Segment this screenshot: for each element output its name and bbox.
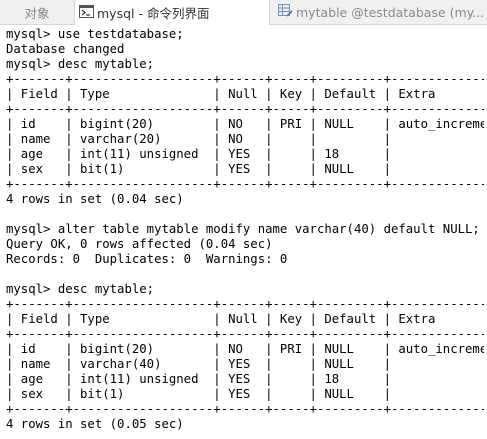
terminal-icon bbox=[79, 4, 94, 21]
table-border: +-------+-------------------+------+----… bbox=[6, 177, 484, 191]
table-row: | id | bigint(20) | NO | PRI | NULL | au… bbox=[6, 117, 484, 131]
terminal-line: mysql> desc mytable; bbox=[6, 282, 155, 296]
terminal-line: Query OK, 0 rows affected (0.04 sec) bbox=[6, 237, 273, 251]
terminal-line: mysql> alter table mytable modify name v… bbox=[6, 222, 480, 236]
table-header: | Field | Type | Null | Key | Default | … bbox=[6, 87, 484, 101]
table-row: | age | int(11) unsigned | YES | | 18 | … bbox=[6, 147, 484, 161]
table-row: | name | varchar(40) | YES | | NULL | | bbox=[6, 357, 484, 371]
terminal-line: mysql> use testdatabase; bbox=[6, 27, 184, 41]
table-row: | age | int(11) unsigned | YES | | 18 | … bbox=[6, 372, 484, 386]
table-border: +-------+-------------------+------+----… bbox=[6, 102, 484, 116]
table-row: | sex | bit(1) | YES | | NULL | | bbox=[6, 387, 484, 401]
table-header: | Field | Type | Null | Key | Default | … bbox=[6, 312, 484, 326]
terminal-output[interactable]: mysql> use testdatabase; Database change… bbox=[6, 27, 484, 437]
tab-command-line-label: mysql - 命令列界面 bbox=[97, 6, 210, 21]
table-row: | id | bigint(20) | NO | PRI | NULL | au… bbox=[6, 342, 484, 356]
table-border: +-------+-------------------+------+----… bbox=[6, 72, 484, 86]
terminal-line: 4 rows in set (0.04 sec) bbox=[6, 192, 184, 206]
table-border: +-------+-------------------+------+----… bbox=[6, 327, 484, 341]
terminal-line: mysql> desc mytable; bbox=[6, 57, 155, 71]
terminal-line: Database changed bbox=[6, 42, 125, 56]
table-row: | sex | bit(1) | YES | | NULL | | bbox=[6, 162, 484, 176]
tab-table-design[interactable]: mytable @testdatabase (my... bbox=[272, 0, 487, 24]
terminal-line: 4 rows in set (0.05 sec) bbox=[6, 417, 184, 431]
table-border: +-------+-------------------+------+----… bbox=[6, 402, 484, 416]
tab-objects[interactable]: 对象 bbox=[0, 0, 75, 24]
tab-objects-label: 对象 bbox=[24, 5, 50, 21]
tab-bar: 对象 mysql - 命令列界面 mytable @testdatabase (… bbox=[0, 0, 487, 25]
table-design-icon bbox=[278, 4, 293, 20]
terminal-line: Records: 0 Duplicates: 0 Warnings: 0 bbox=[6, 252, 288, 266]
table-row: | name | varchar(20) | NO | | | | bbox=[6, 132, 484, 146]
table-border: +-------+-------------------+------+----… bbox=[6, 297, 484, 311]
tab-command-line[interactable]: mysql - 命令列界面 bbox=[75, 0, 270, 25]
tab-table-design-label: mytable @testdatabase (my... bbox=[296, 4, 485, 20]
